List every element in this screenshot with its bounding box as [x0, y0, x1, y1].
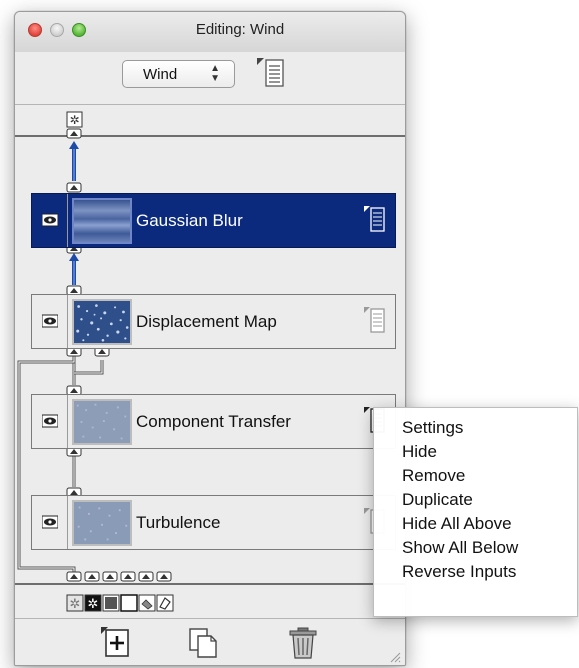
visibility-toggle[interactable]: [32, 496, 68, 549]
eye-icon: [42, 314, 58, 328]
layer-row[interactable]: Displacement Map: [31, 294, 396, 349]
add-icon[interactable]: [100, 626, 132, 660]
filter-editor-window: Editing: Wind Wind ▲ ▼ ✲ Gaussian Blur D…: [14, 11, 406, 666]
duplicate-icon[interactable]: [187, 626, 219, 660]
svg-text:✲: ✲: [69, 113, 79, 127]
layer-thumbnail: [72, 500, 132, 546]
menu-item-hide[interactable]: Hide: [374, 440, 577, 464]
background-image-icon[interactable]: [102, 594, 120, 612]
source-alpha-icon[interactable]: ✲: [84, 594, 102, 612]
menu-item-show-all-below[interactable]: Show All Below: [374, 536, 577, 560]
background-alpha-icon[interactable]: [120, 594, 138, 612]
up-down-arrows-icon: ▲ ▼: [210, 63, 220, 84]
visibility-toggle[interactable]: [32, 194, 68, 247]
layer-menu-icon[interactable]: [363, 306, 385, 334]
filter-select-value: Wind: [143, 66, 178, 83]
window-title: Editing: Wind: [195, 21, 285, 38]
layer-name: Component Transfer: [136, 412, 291, 431]
menu-item-remove[interactable]: Remove: [374, 464, 577, 488]
visibility-toggle[interactable]: [32, 395, 68, 448]
menu-item-duplicate[interactable]: Duplicate: [374, 488, 577, 512]
visibility-toggle[interactable]: [32, 295, 68, 348]
layer-name: Turbulence: [136, 513, 221, 532]
filter-chain: ✲ Gaussian Blur Displacement Map Compone…: [15, 104, 405, 585]
result-node-icon: ✲: [66, 111, 83, 128]
layer-thumbnail: [72, 198, 132, 244]
input-ports: [15, 571, 405, 585]
layer-row[interactable]: Turbulence: [31, 495, 396, 550]
menu-item-settings[interactable]: Settings: [374, 416, 577, 440]
layer-name: Gaussian Blur: [136, 211, 243, 230]
layer-menu-icon[interactable]: [363, 205, 385, 233]
menu-item-hide-all-above[interactable]: Hide All Above: [374, 512, 577, 536]
layer-name: Displacement Map: [136, 312, 277, 331]
eye-icon: [42, 213, 58, 227]
fill-paint-icon[interactable]: [138, 594, 156, 612]
filter-menu-icon[interactable]: [255, 56, 287, 90]
layer-row[interactable]: Gaussian Blur: [31, 193, 396, 248]
eye-icon: [42, 515, 58, 529]
resize-grip-icon[interactable]: [389, 651, 401, 663]
menu-item-reverse-inputs[interactable]: Reverse Inputs: [374, 560, 577, 584]
layer-thumbnail: [72, 399, 132, 445]
layer-thumbnail: [72, 299, 132, 345]
trash-icon[interactable]: [287, 626, 319, 660]
layer-row[interactable]: Component Transfer: [31, 394, 396, 449]
svg-text:✲: ✲: [70, 597, 81, 612]
input-source-tray: ✲ ✲: [15, 592, 405, 618]
layer-context-menu: Settings Hide Remove Duplicate Hide All …: [373, 407, 578, 617]
stroke-paint-icon[interactable]: [156, 594, 174, 612]
bottom-toolbar: [15, 618, 405, 665]
title-bar[interactable]: Editing: Wind: [15, 12, 405, 52]
svg-text:✲: ✲: [88, 597, 99, 612]
eye-icon: [42, 414, 58, 428]
filter-select[interactable]: Wind ▲ ▼: [122, 60, 235, 88]
source-graphic-icon[interactable]: ✲: [66, 594, 84, 612]
